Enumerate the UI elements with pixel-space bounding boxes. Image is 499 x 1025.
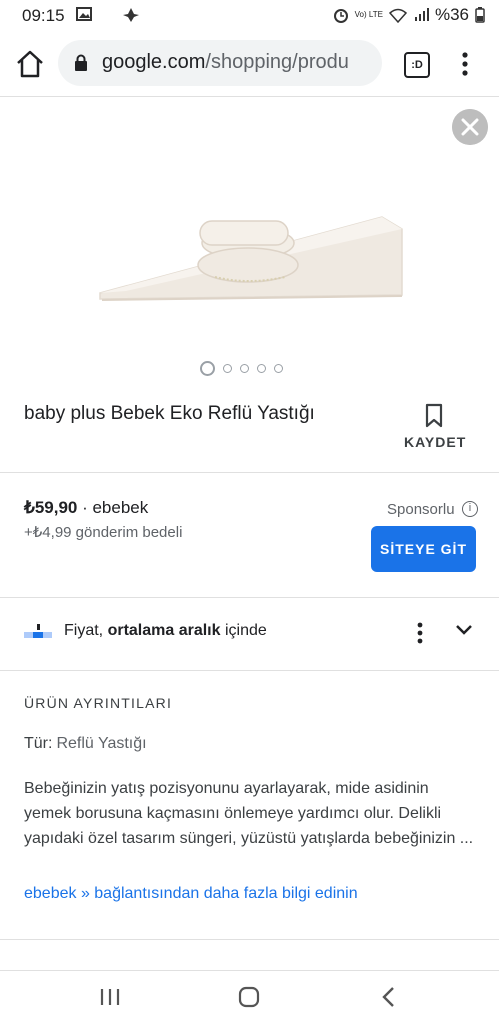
app-notification-icon [123,8,139,22]
divider [0,670,499,671]
chevron-down-icon[interactable] [455,624,473,636]
browser-toolbar: google.com/shopping/produ :D [0,32,499,97]
battery-percent: %36 [434,5,469,24]
more-info-link[interactable]: ebebek » bağlantısından daha fazla bilgi… [24,885,358,903]
section-heading: ÜRÜN AYRINTILARI [24,695,173,711]
carousel-dot[interactable] [257,364,266,373]
divider [0,472,499,473]
back-icon[interactable] [380,986,398,1008]
more-vert-icon[interactable] [455,50,475,78]
home-icon[interactable] [14,48,46,80]
price-line: ₺59,90 · ebebek [24,498,148,518]
product-description: Bebeğinizin yatış pozisyonunu ayarlayara… [24,780,474,847]
save-button[interactable]: KAYDET [404,434,466,450]
battery-icon [475,7,485,23]
visit-site-button[interactable]: SİTEYE GİT [371,526,476,572]
carousel-dot[interactable] [240,364,249,373]
bookmark-icon[interactable] [424,403,444,429]
carousel-dot[interactable] [200,361,215,376]
url-path: /shopping/produ [205,51,349,73]
price-insight-bold: ortalama aralık [107,622,221,639]
close-icon[interactable] [452,109,488,145]
status-right: Vo) LTE %36 [333,5,485,25]
url-text[interactable]: google.com/shopping/produ [102,51,374,74]
status-bar: 09:15 Vo) LTE %36 [0,0,499,32]
divider [0,939,499,940]
system-nav-bar [0,970,499,1025]
home-nav-icon[interactable] [238,986,260,1008]
tab-switcher-button[interactable]: :D [404,52,430,78]
recent-apps-icon[interactable] [99,987,121,1007]
image-carousel-dots [200,361,283,376]
price-value: ₺59,90 [24,498,78,517]
product-image[interactable] [90,187,410,327]
lock-icon [75,54,87,71]
volte-label: Vo) LTE [354,10,383,19]
alarm-icon [333,9,348,23]
seller-name: · ebebek [82,498,149,517]
type-value: Reflü Yastığı [56,735,147,752]
more-vert-icon[interactable] [414,621,426,645]
price-insight-suffix: içinde [220,622,267,639]
info-icon[interactable]: i [462,501,478,517]
divider [0,597,499,598]
price-insight-prefix: Fiyat, [64,622,108,639]
url-domain: google.com [102,51,206,73]
shipping-cost: +₺4,99 gönderim bedeli [24,524,183,541]
product-type-row: Tür: Reflü Yastığı [24,735,147,753]
price-range-icon [24,624,52,638]
signal-icon [414,8,429,21]
status-time: 09:15 [22,6,65,25]
gallery-icon [76,7,92,21]
address-bar[interactable]: google.com/shopping/produ [58,40,382,86]
carousel-dot[interactable] [274,364,283,373]
price-insight-text[interactable]: Fiyat, ortalama aralık içinde [64,622,267,640]
wifi-icon [388,8,407,23]
type-label: Tür: [24,735,53,752]
product-title: baby plus Bebek Eko Reflü Yastığı [24,403,315,424]
sponsored-label: Sponsorlu [387,501,455,518]
carousel-dot[interactable] [223,364,232,373]
product-panel: baby plus Bebek Eko Reflü Yastığı KAYDET… [0,97,499,969]
